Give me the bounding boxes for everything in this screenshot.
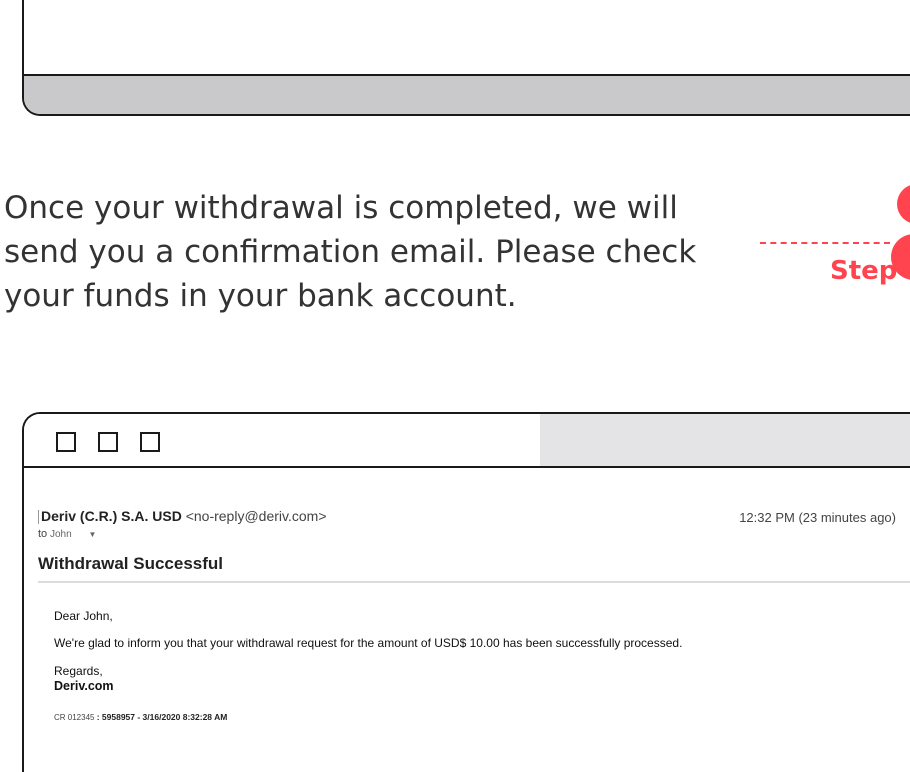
email-window: Deriv (C.R.) S.A. USD <no-reply@deriv.co… xyxy=(22,412,910,772)
email-message: We're glad to inform you that your withd… xyxy=(54,636,683,650)
instruction-text: Once your withdrawal is completed, we wi… xyxy=(4,186,724,318)
email-regards: Regards, xyxy=(54,664,103,678)
reference-prefix: CR 012345 xyxy=(54,713,95,722)
reference-details: : 5958957 - 3/16/2020 8:32:28 AM xyxy=(96,712,228,722)
instruction-line-1: Once your withdrawal is completed, we wi… xyxy=(4,190,678,226)
email-greeting: Dear John, xyxy=(54,609,113,623)
greeting-word: Dear xyxy=(54,609,81,623)
square-icon[interactable] xyxy=(140,432,160,452)
top-browser-frame xyxy=(22,0,910,116)
square-icon[interactable] xyxy=(56,432,76,452)
email-content: Deriv (C.R.) S.A. USD <no-reply@deriv.co… xyxy=(24,468,910,772)
step-indicator: Step xyxy=(760,184,910,296)
window-tab-area xyxy=(540,414,910,466)
step-dashed-connector xyxy=(760,242,890,244)
email-subject: Withdrawal Successful xyxy=(38,554,910,583)
caret-down-icon[interactable]: ▼ xyxy=(88,530,96,539)
recipient-name: John xyxy=(49,529,72,540)
greeting-name: John, xyxy=(83,609,113,623)
sender-row: Deriv (C.R.) S.A. USD <no-reply@deriv.co… xyxy=(38,508,327,525)
step-label: Step xyxy=(830,256,898,286)
instruction-line-2: send you a confirmation email. Please ch… xyxy=(4,234,697,270)
to-prefix: to xyxy=(38,528,48,540)
sender-address: <no-reply@deriv.com> xyxy=(185,508,327,524)
recipient-row[interactable]: to John ▼ xyxy=(38,528,96,540)
sender-name: Deriv (C.R.) S.A. USD xyxy=(41,508,182,524)
window-title-bar xyxy=(24,414,910,468)
square-icon[interactable] xyxy=(98,432,118,452)
instruction-line-3: your funds in your bank account. xyxy=(4,278,517,314)
email-reference: CR 012345 : 5958957 - 3/16/2020 8:32:28 … xyxy=(54,712,227,722)
email-signature: Deriv.com xyxy=(54,679,114,693)
browser-bottom-bar xyxy=(24,74,910,114)
step-marker-icon xyxy=(897,184,910,224)
email-timestamp: 12:32 PM (23 minutes ago) xyxy=(739,510,896,525)
